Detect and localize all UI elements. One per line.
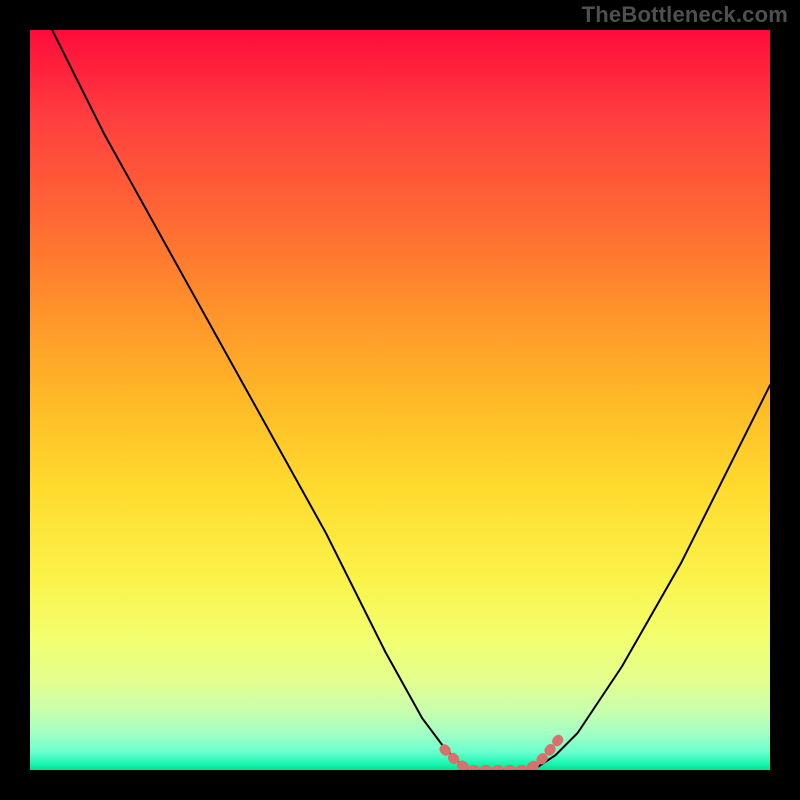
watermark-text: TheBottleneck.com: [582, 2, 788, 28]
chart-frame: TheBottleneck.com: [0, 0, 800, 800]
bottleneck-curve: [52, 30, 770, 770]
plot-area: [30, 30, 770, 770]
chart-svg: [30, 30, 770, 770]
